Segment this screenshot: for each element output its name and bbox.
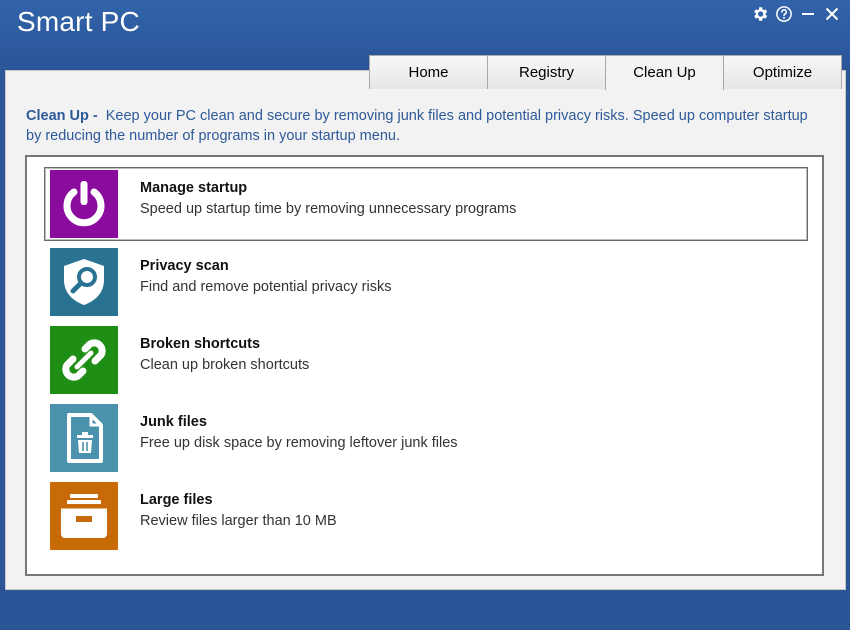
large-files-tile (50, 482, 118, 550)
item-subtitle: Free up disk space by removing leftover … (140, 435, 458, 451)
tab-bar: Home Registry Clean Up Optimize (369, 55, 842, 90)
tab-optimize[interactable]: Optimize (723, 55, 842, 89)
item-subtitle: Clean up broken shortcuts (140, 357, 310, 373)
broken-link-icon (62, 339, 106, 381)
minimize-icon[interactable] (798, 4, 818, 24)
tab-registry[interactable]: Registry (487, 55, 606, 89)
list-item-large-files[interactable]: Large files Review files larger than 10 … (44, 479, 808, 553)
power-icon (63, 181, 105, 227)
section-description-text: Keep your PC clean and secure by removin… (26, 108, 808, 144)
window-controls (750, 4, 842, 24)
item-title: Manage startup (140, 180, 248, 196)
tab-home[interactable]: Home (369, 55, 488, 89)
list-item-junk-files[interactable]: Junk files Free up disk space by removin… (44, 401, 808, 475)
item-title: Large files (140, 492, 213, 508)
broken-shortcuts-tile (50, 326, 118, 394)
item-title: Broken shortcuts (140, 336, 261, 352)
list-item-manage-startup[interactable]: Manage startup Speed up startup time by … (44, 167, 808, 241)
list-item-privacy-scan[interactable]: Privacy scan Find and remove potential p… (44, 245, 808, 319)
help-icon[interactable] (774, 4, 794, 24)
close-icon[interactable] (822, 4, 842, 24)
item-subtitle: Speed up startup time by removing unnece… (140, 201, 517, 217)
list-item-broken-shortcuts[interactable]: Broken shortcuts Clean up broken shortcu… (44, 323, 808, 397)
item-subtitle: Review files larger than 10 MB (140, 513, 337, 529)
section-label: Clean Up - (26, 108, 98, 124)
junk-files-tile (50, 404, 118, 472)
main-panel: Home Registry Clean Up Optimize Clean Up… (5, 55, 846, 590)
trash-document-icon (67, 413, 103, 463)
app-title: Smart PC (17, 6, 140, 37)
tab-clean-up[interactable]: Clean Up (605, 55, 724, 90)
gear-icon[interactable] (750, 4, 770, 24)
item-title: Junk files (140, 414, 207, 430)
shield-search-icon (64, 259, 104, 305)
privacy-scan-tile (50, 248, 118, 316)
item-subtitle: Find and remove potential privacy risks (140, 279, 392, 295)
section-description: Clean Up - Keep your PC clean and secure… (26, 106, 816, 146)
manage-startup-tile (50, 170, 118, 238)
item-title: Privacy scan (140, 258, 229, 274)
drawer-icon (61, 494, 107, 538)
cleanup-tools-list: Manage startup Speed up startup time by … (25, 155, 824, 576)
